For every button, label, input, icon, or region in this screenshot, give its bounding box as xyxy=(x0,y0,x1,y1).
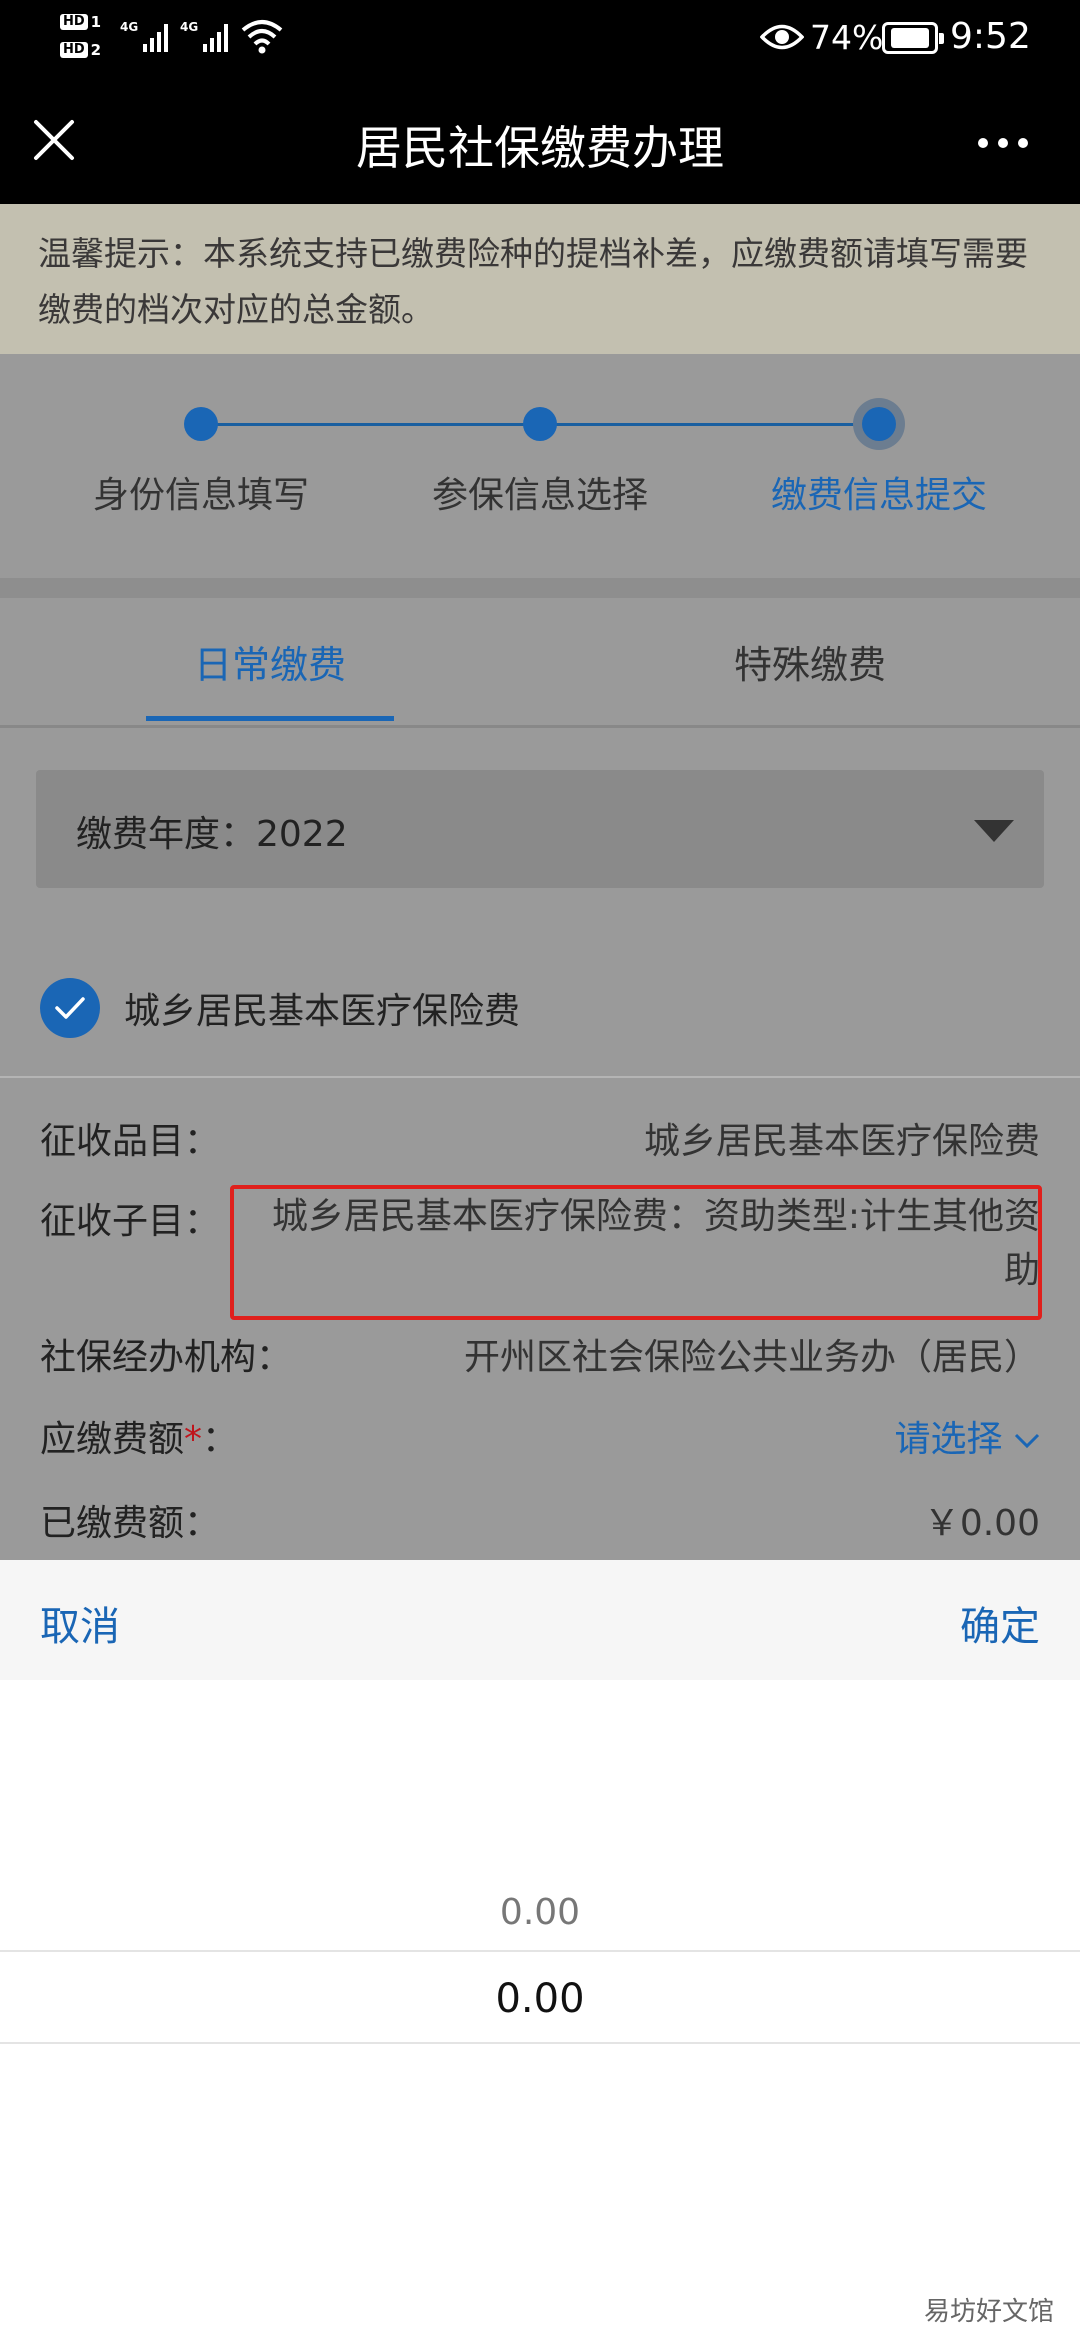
step-label-insurance: 参保信息选择 xyxy=(431,475,648,516)
eye-comfort-icon xyxy=(760,24,804,50)
check-icon xyxy=(55,997,85,1019)
picker-option-selected[interactable]: 0.00 xyxy=(0,1950,1080,2044)
year-select[interactable]: 缴费年度：2022 xyxy=(36,770,1044,888)
payable-amount-label: 应缴费额*： xyxy=(40,1410,238,1462)
step-dot-2 xyxy=(523,407,557,441)
section-gap xyxy=(0,578,1080,598)
tab-daily-payment[interactable]: 日常缴费 xyxy=(70,634,470,689)
active-tab-indicator xyxy=(146,716,394,721)
highlight-box xyxy=(230,1185,1042,1320)
network-type-2: 4G xyxy=(180,20,199,34)
picker-option[interactable]: 0.00 xyxy=(0,1892,1080,1933)
picker-toolbar: 取消 确定 xyxy=(0,1560,1080,1680)
year-select-value: 缴费年度：2022 xyxy=(76,814,348,855)
payable-amount-select[interactable]: 请选择 xyxy=(895,1410,1040,1462)
payable-amount-label-suffix: ： xyxy=(202,1419,239,1460)
step-label-payment: 缴费信息提交 xyxy=(770,475,987,516)
collection-category-label: 征收品目： xyxy=(40,1121,221,1162)
picker-cancel-button[interactable]: 取消 xyxy=(40,1594,120,1652)
social-security-agency-value: 开州区社会保险公共业务办（居民） xyxy=(463,1337,1040,1378)
status-bar: HD 1 HD 2 4G 4G 74% 9:52 xyxy=(0,0,1080,78)
battery-icon xyxy=(882,22,944,54)
notice-banner: 温馨提示：本系统支持已缴费险种的提档补差，应缴费额请填写需要缴费的档次对应的总金… xyxy=(0,204,1080,354)
paid-amount-value: ￥0.00 xyxy=(923,1503,1040,1544)
payment-tabs: 日常缴费 特殊缴费 xyxy=(0,598,1080,728)
step-label-identity: 身份信息填写 xyxy=(92,475,309,516)
payable-amount-label-text: 应缴费额 xyxy=(40,1419,185,1460)
chevron-down-icon xyxy=(1014,1433,1040,1449)
more-icon[interactable] xyxy=(976,136,1030,150)
progress-steps: 身份信息填写 参保信息选择 缴费信息提交 xyxy=(0,354,1080,578)
app-header: 居民社保缴费办理 xyxy=(0,78,1080,204)
step-dot-3 xyxy=(862,407,896,441)
battery-percent: 74% xyxy=(810,18,884,57)
collection-category-value: 城乡居民基本医疗保险费 xyxy=(643,1121,1040,1162)
step-dot-1 xyxy=(184,407,218,441)
divider xyxy=(0,1076,1080,1078)
tab-special-payment[interactable]: 特殊缴费 xyxy=(610,634,1010,689)
payment-form: 缴费年度：2022 城乡居民基本医疗保险费 征收品目： 城乡居民基本医疗保险费 … xyxy=(0,728,1080,1560)
signal-1-icon: 4G xyxy=(120,20,169,52)
hd-badge-2: HD xyxy=(60,42,88,58)
sim-badges: HD 1 HD 2 xyxy=(60,8,112,64)
watermark: 易坊好文馆 xyxy=(923,2297,1054,2327)
signal-2-icon: 4G xyxy=(180,20,229,52)
collection-subitem-label: 征收子目： xyxy=(40,1201,221,1242)
picker-confirm-button[interactable]: 确定 xyxy=(960,1594,1040,1652)
sim-1-number: 1 xyxy=(90,13,102,31)
clock: 9:52 xyxy=(950,16,1031,57)
page-title: 居民社保缴费办理 xyxy=(356,121,724,175)
insurance-item-label: 城乡居民基本医疗保险费 xyxy=(124,991,521,1032)
dropdown-triangle-icon xyxy=(974,820,1014,842)
paid-amount-label: 已缴费额： xyxy=(40,1503,221,1544)
picker-wheel[interactable]: 0.00 0.00 易坊好文馆 xyxy=(0,1680,1080,2340)
insurance-checkbox[interactable] xyxy=(40,978,100,1038)
hd-badge-1: HD xyxy=(60,14,88,30)
payable-amount-placeholder: 请选择 xyxy=(894,1419,1003,1460)
network-type-1: 4G xyxy=(120,20,139,34)
social-security-agency-label: 社保经办机构： xyxy=(40,1337,293,1378)
sim-2-number: 2 xyxy=(90,41,102,59)
required-mark: * xyxy=(184,1419,203,1460)
wifi-icon xyxy=(241,20,283,54)
